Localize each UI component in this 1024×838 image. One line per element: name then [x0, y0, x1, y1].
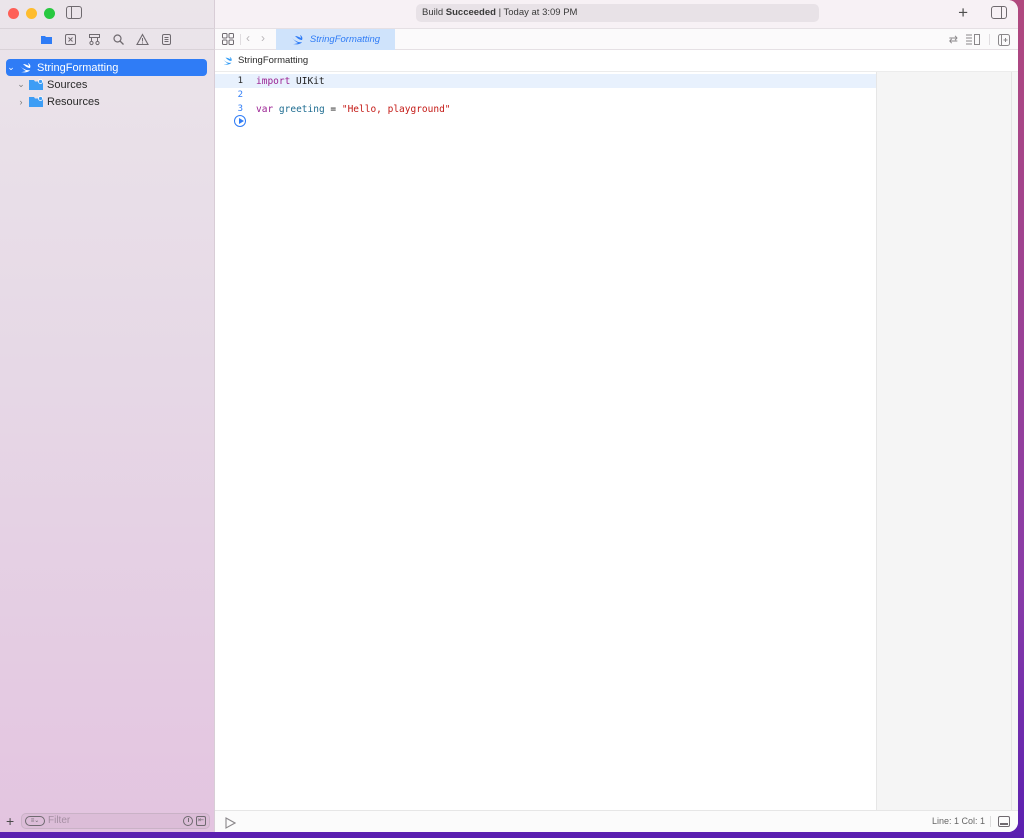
editor-area: Build Succeeded | Today at 3:09 PM + ‹ ›…: [215, 0, 1018, 832]
status-result: Succeeded: [445, 7, 496, 18]
status-time: | Today at 3:09 PM: [495, 7, 578, 18]
search-icon[interactable]: [112, 33, 125, 46]
tab-bar: ‹ › StringFormatting ⇄: [215, 28, 1018, 50]
code-line[interactable]: 2: [215, 88, 876, 102]
swift-icon: [20, 62, 31, 72]
chevron-right-icon[interactable]: ›: [16, 97, 26, 107]
run-to-line-button[interactable]: [234, 115, 246, 127]
tree-item-label: Resources: [47, 95, 100, 108]
jump-bar: StringFormatting: [215, 50, 1018, 72]
forward-button[interactable]: ›: [261, 31, 265, 45]
divider: [990, 816, 991, 827]
results-sidebar: [876, 72, 1018, 810]
grid-icon[interactable]: [222, 33, 234, 45]
add-file-button[interactable]: +: [6, 813, 14, 829]
filter-options-icon[interactable]: ≡⌄: [25, 816, 45, 826]
identifier-token: greeting: [278, 103, 325, 115]
zoom-button[interactable]: [44, 8, 55, 19]
add-library-button[interactable]: +: [958, 3, 968, 23]
recent-files-icon[interactable]: [183, 816, 193, 826]
tree-item-stringformatting[interactable]: ⌄ StringFormatting: [6, 59, 207, 76]
play-icon: [225, 817, 237, 829]
cursor-position: Line: 1 Col: 1: [931, 816, 985, 826]
folder-icon[interactable]: [40, 33, 53, 46]
code-line[interactable]: 3 var greeting = "Hello, playground": [215, 102, 876, 116]
tree-item-label: Sources: [47, 78, 88, 91]
folder-icon: [29, 96, 43, 107]
hierarchy-icon[interactable]: [88, 33, 101, 46]
divider: [240, 34, 241, 45]
inspector-toggle-icon[interactable]: [991, 6, 1007, 19]
keyword-token: var: [256, 103, 274, 115]
editor-options-icon[interactable]: [966, 34, 981, 45]
jumpbar-item[interactable]: StringFormatting: [238, 55, 308, 66]
traffic-lights: [8, 8, 55, 19]
chevron-down-icon[interactable]: ⌄: [16, 79, 26, 90]
editor-options: ⇄: [949, 33, 1010, 46]
code-text: import UIKit: [246, 76, 325, 87]
code-token: UIKit: [290, 75, 325, 87]
keyword-token: import: [256, 75, 291, 87]
debug-area-toggle-icon[interactable]: [998, 816, 1010, 827]
toolbar: Build Succeeded | Today at 3:09 PM +: [215, 0, 1018, 28]
report-icon[interactable]: [160, 33, 173, 46]
tab-stringformatting[interactable]: StringFormatting: [276, 29, 395, 50]
code-token: =: [324, 103, 342, 115]
source-control-icon[interactable]: [64, 33, 77, 46]
line-number: 1: [237, 76, 243, 86]
code-editor[interactable]: 1 import UIKit 2 3 var greeting = "Hello…: [215, 72, 876, 810]
tree-item-label: StringFormatting: [37, 61, 119, 74]
back-button[interactable]: ‹: [246, 31, 250, 45]
string-token: "Hello, playground": [341, 103, 451, 115]
xcode-window: ⌄ StringFormatting ⌄ Sources › Resources…: [0, 0, 1018, 832]
filter-placeholder: Filter: [48, 815, 71, 826]
folder-icon: [29, 79, 43, 90]
divider: [989, 34, 990, 45]
minimize-button[interactable]: [26, 8, 37, 19]
line-number: 3: [237, 104, 243, 114]
navigator-selector-bar: [0, 28, 215, 50]
code-text: var greeting = "Hello, playground": [246, 104, 451, 115]
add-editor-icon[interactable]: [998, 33, 1010, 46]
tab-label: StringFormatting: [309, 34, 381, 45]
navigator-filter-bar: + ≡⌄ Filter ⇤: [0, 810, 215, 832]
warning-icon[interactable]: [136, 33, 149, 46]
line-number: 2: [237, 90, 243, 100]
swift-icon: [291, 34, 303, 44]
tree-item-sources[interactable]: ⌄ Sources: [6, 76, 207, 93]
project-tree: ⌄ StringFormatting ⌄ Sources › Resources: [6, 59, 207, 110]
close-button[interactable]: [8, 8, 19, 19]
status-prefix: Build: [422, 7, 446, 18]
debug-bar: Line: 1 Col: 1: [215, 810, 1018, 832]
run-playground-button[interactable]: [225, 816, 237, 832]
chevron-down-icon[interactable]: ⌄: [6, 62, 16, 73]
related-items-icon[interactable]: ⇄: [949, 33, 958, 46]
code-line[interactable]: 1 import UIKit: [215, 74, 876, 88]
sidebar-toggle-icon[interactable]: [66, 6, 82, 19]
navigator-sidebar: ⌄ StringFormatting ⌄ Sources › Resources…: [0, 0, 215, 832]
tree-item-resources[interactable]: › Resources: [6, 93, 207, 110]
swift-icon: [223, 56, 232, 65]
activity-status: Build Succeeded | Today at 3:09 PM: [416, 4, 819, 22]
filter-input[interactable]: ≡⌄ Filter ⇤: [21, 813, 210, 829]
source-control-filter-icon[interactable]: ⇤: [196, 816, 206, 826]
